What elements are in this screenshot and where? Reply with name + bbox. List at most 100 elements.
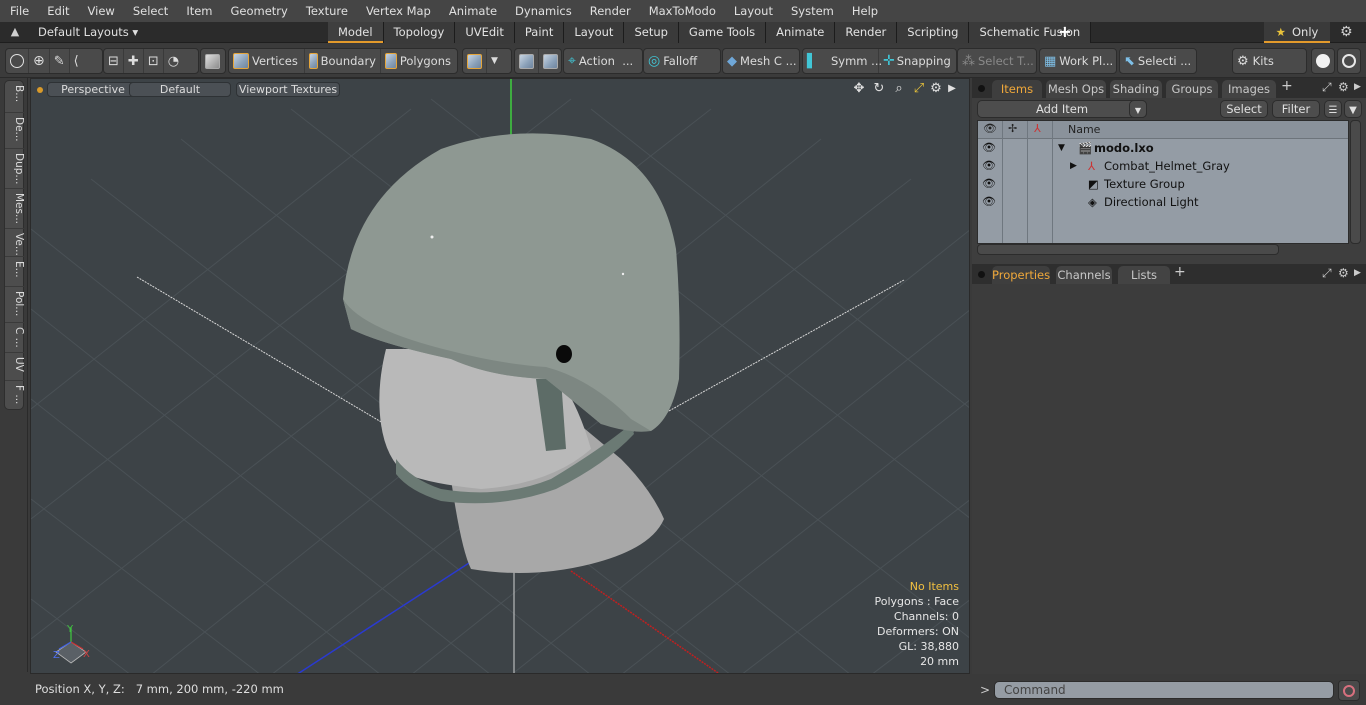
work-plane-button[interactable]: ▦ Work Pl... bbox=[1040, 49, 1117, 73]
tab-shading[interactable]: Shading bbox=[1110, 80, 1162, 98]
item-mode-button[interactable] bbox=[201, 49, 224, 73]
palette-tab-mesh-edit[interactable]: Mes... bbox=[5, 189, 25, 229]
only-favorites-toggle[interactable]: ★ Only bbox=[1264, 22, 1330, 43]
unity-button[interactable] bbox=[1312, 49, 1334, 73]
pivot-button[interactable] bbox=[539, 49, 562, 73]
panel-gear-icon[interactable]: ⚙ bbox=[1338, 266, 1349, 280]
tab-scripting[interactable]: Scripting bbox=[897, 22, 970, 43]
menu-file[interactable]: File bbox=[0, 4, 37, 18]
menu-vertex-map[interactable]: Vertex Map bbox=[356, 4, 439, 18]
menu-edit[interactable]: Edit bbox=[37, 4, 77, 18]
funnel-filter-button[interactable]: ▼ bbox=[1344, 100, 1362, 118]
palette-tab-deform[interactable]: De... bbox=[5, 113, 25, 149]
unwrap-button[interactable]: ⊟ bbox=[104, 49, 124, 73]
panel-arrow-icon[interactable]: ▶ bbox=[1354, 82, 1361, 92]
palette-tab-uv[interactable]: UV bbox=[5, 353, 25, 381]
tab-layout[interactable]: Layout bbox=[564, 22, 625, 43]
menu-animate[interactable]: Animate bbox=[439, 4, 505, 18]
tab-model[interactable]: Model bbox=[328, 22, 384, 43]
action-center-button[interactable] bbox=[515, 49, 539, 73]
action-button[interactable]: ⌖ Action ... bbox=[564, 49, 637, 73]
shading-mode-selector[interactable]: Default bbox=[129, 82, 231, 97]
tab-animate[interactable]: Animate bbox=[766, 22, 836, 43]
panel-gear-icon[interactable]: ⚙ bbox=[1338, 80, 1349, 94]
tab-setup[interactable]: Setup bbox=[624, 22, 679, 43]
tab-properties[interactable]: Properties bbox=[992, 266, 1050, 284]
add-tab-button[interactable]: + bbox=[1056, 22, 1074, 43]
kits-button[interactable]: ⚙ Kits bbox=[1233, 49, 1278, 73]
item-row-mesh[interactable]: 👁 ▶ ⅄ Combat_Helmet_Gray bbox=[978, 157, 1348, 175]
add-item-button[interactable]: Add Item bbox=[977, 100, 1147, 118]
viewport-options-dot[interactable] bbox=[37, 87, 43, 93]
unreal-button[interactable] bbox=[1338, 49, 1360, 73]
menu-render[interactable]: Render bbox=[580, 4, 639, 18]
eye-icon[interactable]: 👁 bbox=[982, 177, 996, 190]
layout-selector[interactable]: Default Layouts ▾ bbox=[38, 25, 138, 39]
item-row-texture-group[interactable]: 👁 ◩ Texture Group bbox=[978, 175, 1348, 193]
zoom-icon[interactable]: ⌕ bbox=[890, 81, 908, 96]
menu-layout[interactable]: Layout bbox=[724, 4, 781, 18]
item-row-light[interactable]: 👁 ◈ Directional Light bbox=[978, 193, 1348, 211]
menu-item[interactable]: Item bbox=[176, 4, 220, 18]
maximize-icon[interactable]: ⤢ bbox=[910, 81, 928, 96]
add-panel-tab-icon[interactable]: + bbox=[1174, 264, 1186, 280]
tab-lists[interactable]: Lists bbox=[1118, 266, 1170, 284]
add-item-dropdown[interactable]: ▼ bbox=[1129, 100, 1147, 118]
expand-panel-icon[interactable]: ⤢ bbox=[1322, 266, 1332, 281]
expand-right-icon[interactable]: ▶ bbox=[943, 83, 961, 94]
item-row-scene[interactable]: 👁 ▼ 🎬 modo.lxo bbox=[978, 139, 1348, 157]
ellipse-tool-button[interactable] bbox=[6, 49, 29, 73]
curve-tool-button[interactable]: ⟨ bbox=[70, 49, 83, 73]
palette-tab-fusion[interactable]: F ... bbox=[5, 381, 25, 409]
clock-button[interactable]: ◔ bbox=[164, 49, 183, 73]
pen-tool-button[interactable]: ✎ bbox=[50, 49, 70, 73]
tab-topology[interactable]: Topology bbox=[383, 22, 456, 43]
panel-arrow-icon[interactable]: ▶ bbox=[1354, 268, 1361, 278]
palette-tab-duplicate[interactable]: Dup... bbox=[5, 149, 25, 189]
collapse-triangle-icon[interactable]: ▼ bbox=[1058, 143, 1065, 153]
item-list-vscrollbar[interactable] bbox=[1350, 120, 1361, 244]
tab-paint[interactable]: Paint bbox=[514, 22, 565, 43]
tab-mesh-ops[interactable]: Mesh Ops bbox=[1046, 80, 1106, 98]
boundary-mode-button[interactable]: Boundary bbox=[305, 49, 381, 73]
menu-system[interactable]: System bbox=[781, 4, 842, 18]
select-through-button[interactable]: ⁂ Select T... bbox=[958, 49, 1038, 73]
list-options-button[interactable]: ☰ bbox=[1324, 100, 1342, 118]
item-list-hscrollbar[interactable] bbox=[977, 244, 1279, 255]
selection-sets-button[interactable]: ⬉ Selecti ... bbox=[1120, 49, 1195, 73]
eye-icon[interactable]: 👁 bbox=[982, 141, 996, 154]
filter-button[interactable]: Filter bbox=[1272, 100, 1320, 118]
eye-icon[interactable]: 👁 bbox=[982, 159, 996, 172]
palette-tab-polygon[interactable]: Pol... bbox=[5, 287, 25, 323]
falloff-button[interactable]: ◎ Falloff bbox=[644, 49, 701, 73]
panel-options-dot[interactable] bbox=[978, 85, 985, 92]
viewport-textures-selector[interactable]: Viewport Textures bbox=[236, 82, 340, 97]
tab-channels[interactable]: Channels bbox=[1056, 266, 1112, 284]
tab-game-tools[interactable]: Game Tools bbox=[678, 22, 767, 43]
symmetry-button[interactable]: ▌ Symm ... bbox=[803, 49, 882, 73]
eye-icon[interactable]: 👁 bbox=[982, 195, 996, 208]
add-panel-tab-icon[interactable]: + bbox=[1281, 78, 1293, 94]
3d-viewport[interactable]: Y X Z Perspective Default Viewport Textu… bbox=[30, 78, 970, 674]
vertices-mode-button[interactable]: Vertices bbox=[229, 49, 305, 73]
menu-help[interactable]: Help bbox=[842, 4, 886, 18]
snapping-button[interactable]: ✛ Snapping bbox=[879, 49, 955, 73]
name-column-header[interactable]: Name bbox=[1068, 123, 1100, 136]
menu-texture[interactable]: Texture bbox=[296, 4, 356, 18]
menu-maxtomodo[interactable]: MaxToModo bbox=[639, 4, 724, 18]
select-button[interactable]: Select bbox=[1220, 100, 1268, 118]
menu-select[interactable]: Select bbox=[123, 4, 176, 18]
sphere-tool-button[interactable]: ⊕ bbox=[29, 49, 50, 73]
cross-unwrap-button[interactable]: ✚ bbox=[124, 49, 144, 73]
tab-items[interactable]: Items bbox=[992, 80, 1042, 98]
tab-uvedit[interactable]: UVEdit bbox=[455, 22, 515, 43]
view-mode-selector[interactable]: Perspective bbox=[47, 82, 139, 97]
pan-icon[interactable]: ✥ bbox=[850, 81, 868, 96]
mesh-constraints-button[interactable]: ◆ Mesh C ... bbox=[723, 49, 801, 73]
square-circle-button[interactable]: ⊡ bbox=[144, 49, 164, 73]
palette-tab-edge[interactable]: E... bbox=[5, 257, 25, 287]
rotate-icon[interactable]: ↻ bbox=[870, 81, 888, 96]
menu-dynamics[interactable]: Dynamics bbox=[505, 4, 580, 18]
tab-images[interactable]: Images bbox=[1222, 80, 1276, 98]
palette-tab-curve[interactable]: C ... bbox=[5, 323, 25, 353]
